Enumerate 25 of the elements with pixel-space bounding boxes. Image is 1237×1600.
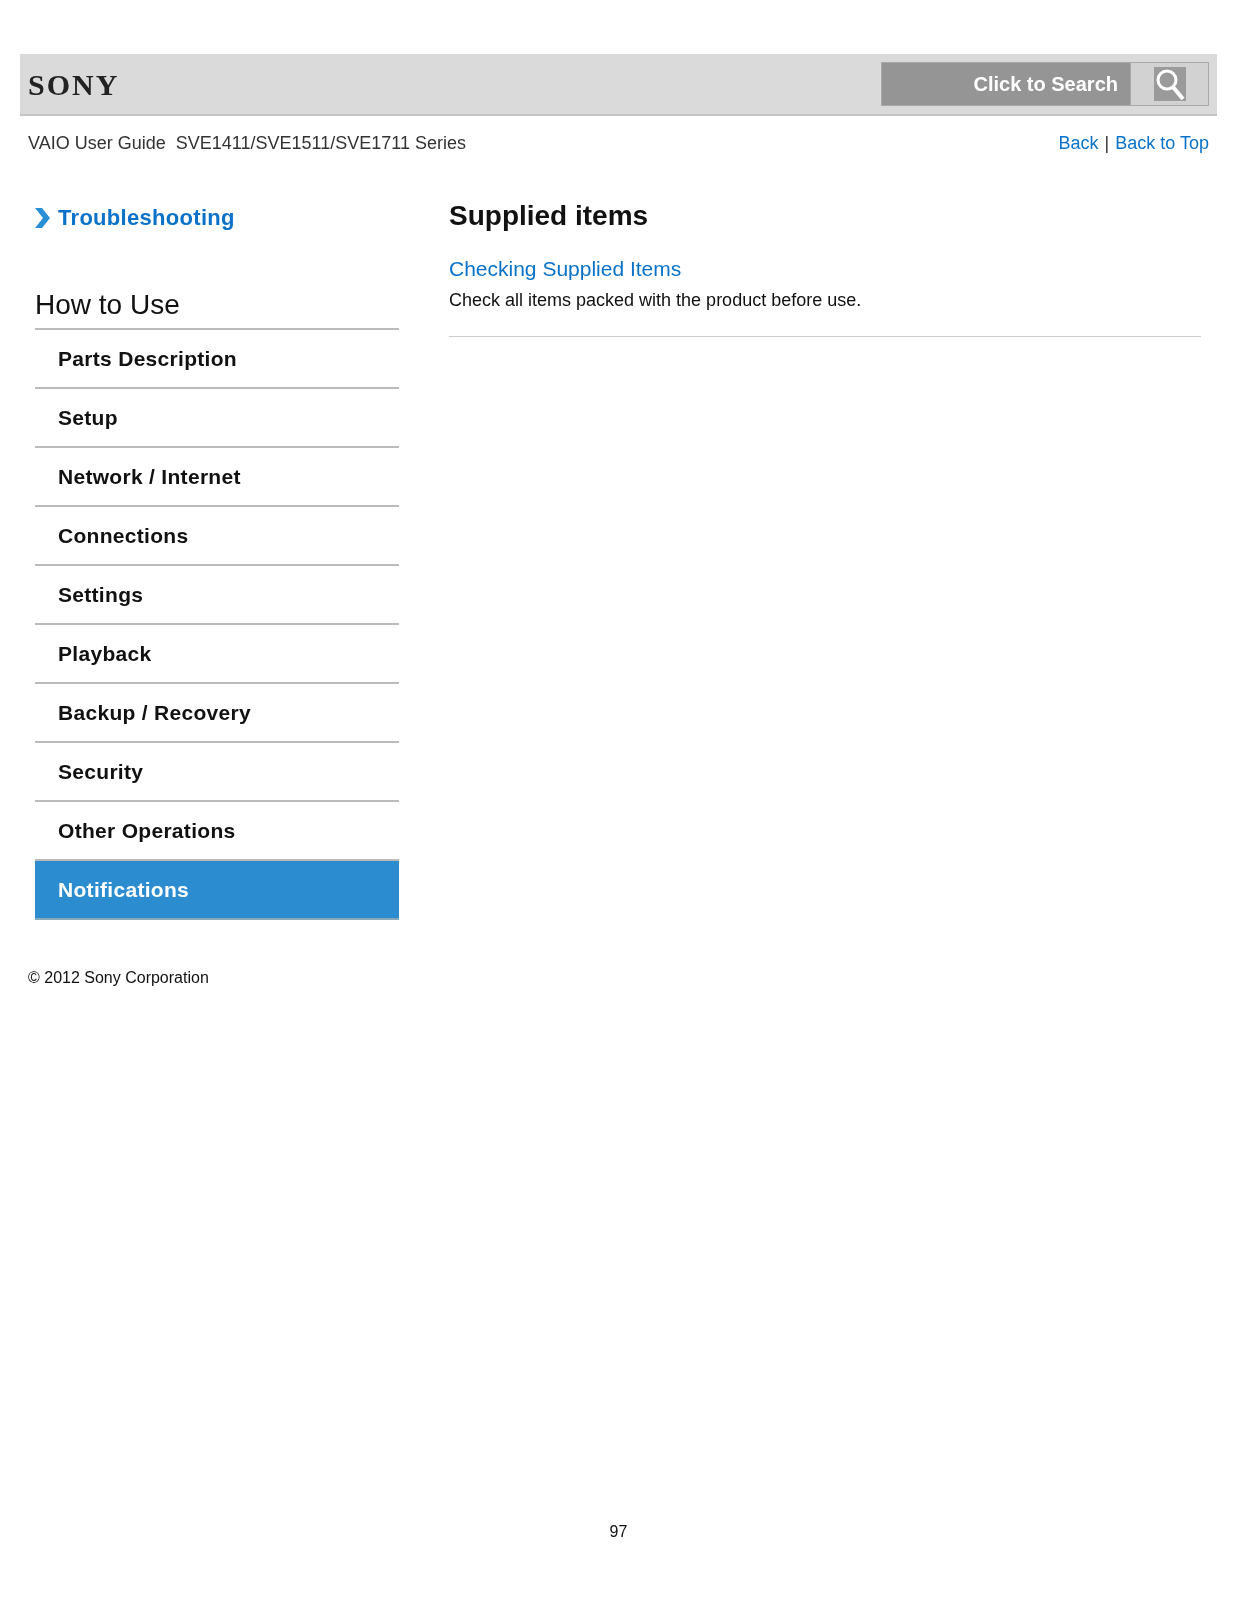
guide-title: VAIO User Guide SVE1411/SVE1511/SVE1711 Series xyxy=(28,132,466,155)
nav-item[interactable]: Notifications xyxy=(35,861,399,920)
nav-item[interactable]: Setup xyxy=(35,389,399,448)
troubleshooting-link[interactable]: Troubleshooting xyxy=(35,201,399,234)
nav-item[interactable]: Network / Internet xyxy=(35,448,399,507)
back-link[interactable]: Back xyxy=(1058,130,1099,157)
topic-link[interactable]: Checking Supplied Items xyxy=(449,253,1201,285)
search-button[interactable] xyxy=(1131,62,1209,106)
back-to-top-link[interactable]: Back to Top xyxy=(1115,130,1209,157)
page-number: 97 xyxy=(609,1522,628,1542)
search-icon xyxy=(1153,67,1186,101)
search-field[interactable]: Click to Search xyxy=(881,62,1131,106)
chevron-icon xyxy=(35,207,50,228)
page-heading: Supplied items xyxy=(449,199,650,233)
topic-description: Check all items packed with the product before use. xyxy=(449,286,1201,337)
nav-item[interactable]: Security xyxy=(35,743,399,802)
copyright: © 2012 Sony Corporation xyxy=(27,968,210,988)
logo: SONY xyxy=(28,66,120,103)
nav-item[interactable]: Settings xyxy=(35,566,399,625)
nav-item[interactable]: Parts Description xyxy=(35,330,399,389)
nav-item[interactable]: Playback xyxy=(35,625,399,684)
nav-item[interactable]: Backup / Recovery xyxy=(35,684,399,743)
link-separator: | xyxy=(1104,132,1110,155)
nav-item[interactable]: Connections xyxy=(35,507,399,566)
section-title: How to Use xyxy=(35,284,399,330)
